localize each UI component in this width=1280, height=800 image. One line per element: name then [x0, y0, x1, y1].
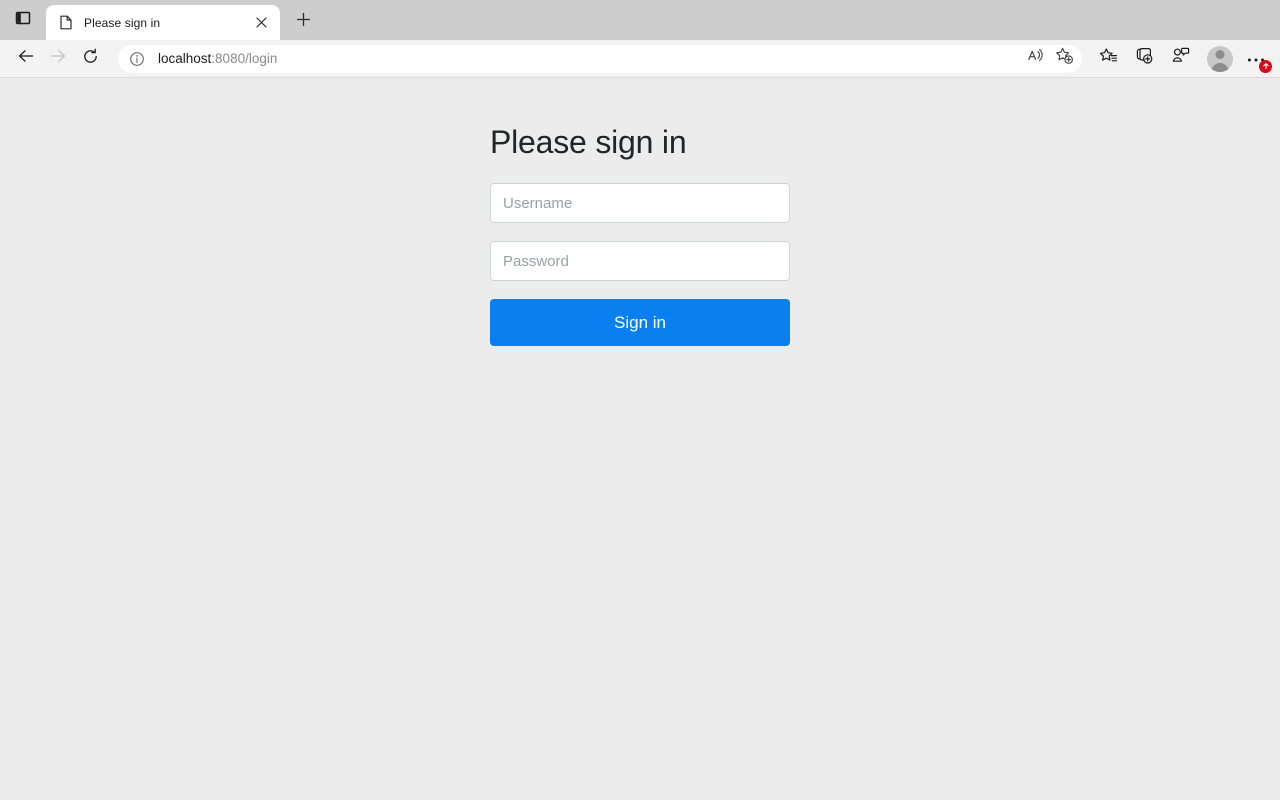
read-aloud-icon	[1027, 48, 1045, 69]
username-input[interactable]	[490, 183, 790, 224]
sign-in-button[interactable]: Sign in	[490, 299, 790, 347]
vertical-tabs-icon	[15, 10, 31, 31]
browser-essentials-button[interactable]	[1164, 44, 1196, 74]
sign-in-form: Please sign in Sign in	[490, 123, 790, 347]
address-bar[interactable]: localhost:8080/login	[118, 44, 1082, 73]
tab-title: Please sign in	[84, 15, 161, 30]
avatar-body	[1211, 62, 1229, 72]
tab-actions-button[interactable]	[6, 3, 40, 37]
profile-button[interactable]	[1204, 43, 1236, 75]
page-title: Please sign in	[490, 124, 687, 160]
collections-icon	[1135, 47, 1154, 70]
address-bar-actions	[1022, 46, 1078, 72]
login-page: Please sign in Sign in	[0, 78, 1280, 800]
favorites-icon	[1099, 47, 1118, 70]
arrow-left-icon	[17, 47, 35, 70]
forward-button	[42, 44, 74, 74]
reload-icon	[82, 48, 99, 70]
tab-please-sign-in[interactable]: Please sign in	[46, 5, 280, 40]
password-input[interactable]	[490, 241, 790, 282]
page-icon	[58, 15, 74, 31]
browser-window: Please sign in localhost:8080/login Plea…	[0, 0, 1280, 800]
read-aloud-button[interactable]	[1022, 46, 1050, 72]
close-icon[interactable]	[250, 12, 272, 34]
browser-toolbar: localhost:8080/login	[0, 40, 1280, 78]
arrow-right-icon	[49, 47, 67, 70]
star-plus-icon	[1055, 47, 1074, 70]
page-viewport: Please sign in Sign in	[0, 78, 1280, 800]
url-text[interactable]: localhost:8080/login	[150, 51, 1022, 66]
url-host: localhost	[158, 51, 212, 66]
info-circle-icon[interactable]	[124, 46, 150, 72]
plus-icon	[296, 12, 311, 32]
avatar-icon	[1207, 45, 1233, 72]
url-path: :8080/login	[211, 51, 278, 66]
back-button[interactable]	[10, 44, 42, 74]
new-tab-button[interactable]	[288, 7, 318, 37]
add-favorite-button[interactable]	[1050, 46, 1078, 72]
update-available-badge	[1259, 59, 1272, 73]
favorites-button[interactable]	[1092, 44, 1124, 74]
browser-essentials-icon	[1171, 47, 1190, 70]
avatar-head	[1215, 49, 1225, 59]
tab-strip: Please sign in	[0, 0, 1280, 40]
reload-button[interactable]	[74, 44, 106, 74]
settings-and-more-button[interactable]	[1240, 44, 1272, 74]
collections-button[interactable]	[1128, 44, 1160, 74]
